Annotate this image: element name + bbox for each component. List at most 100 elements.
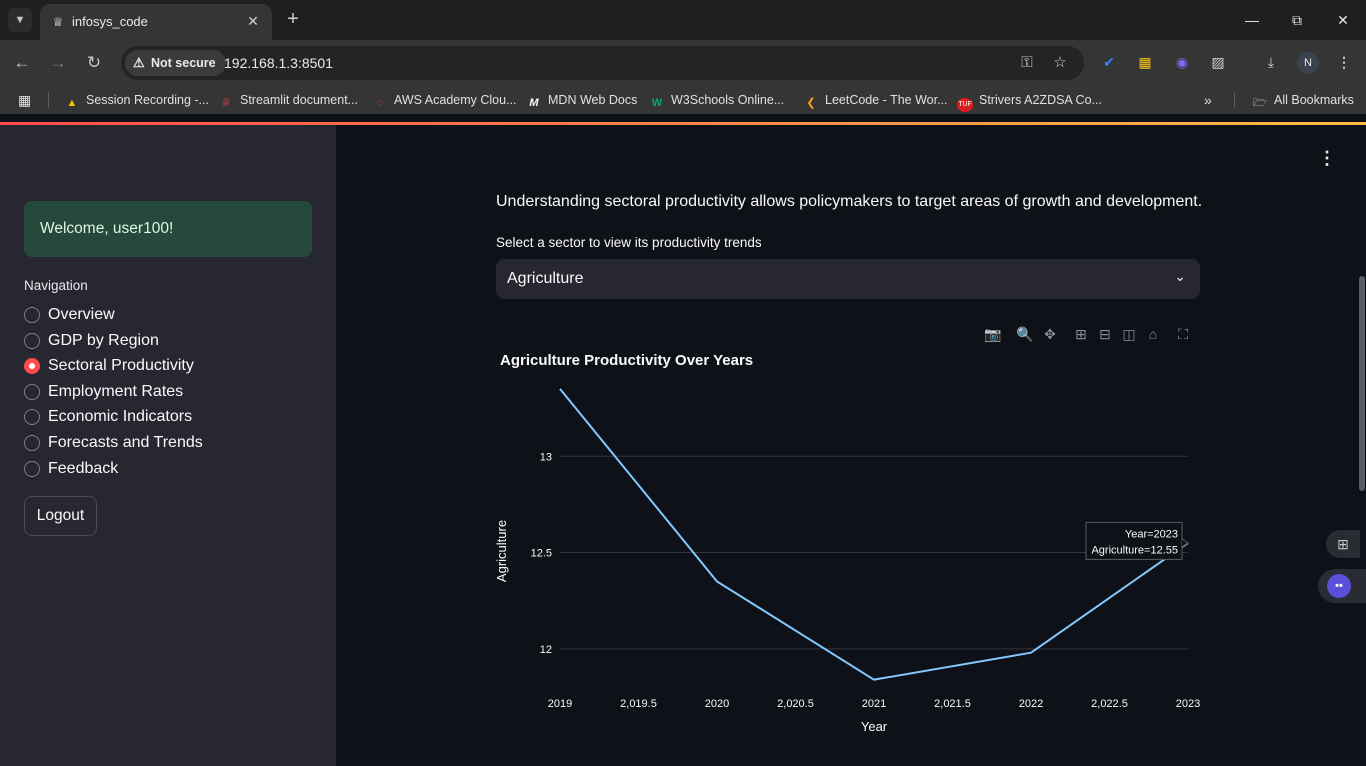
tab-title: infosys_code	[72, 14, 148, 29]
nav-radio-label: Employment Rates	[48, 383, 184, 400]
y-axis-label: Agriculture	[496, 520, 509, 582]
nav-radio-label: GDP by Region	[48, 332, 159, 349]
minimize-icon[interactable]: —	[1240, 8, 1264, 32]
x-tick-label: 2019	[548, 698, 572, 710]
radio-button-icon[interactable]	[24, 409, 40, 425]
extensions-puzzle-icon[interactable]: ▨	[1208, 52, 1228, 72]
welcome-banner: Welcome, user100!	[24, 201, 312, 257]
scrollbar-thumb[interactable]	[1359, 276, 1365, 491]
floating-apps-icon[interactable]: ⊞	[1326, 530, 1360, 558]
x-tick-label: 2022	[1019, 698, 1043, 710]
zoom-icon[interactable]: 🔍	[1016, 325, 1034, 343]
x-tick-label: 2,021.5	[934, 698, 971, 710]
x-axis-label: Year	[861, 719, 888, 734]
data-point[interactable]	[1028, 650, 1034, 656]
x-tick-label: 2023	[1176, 698, 1200, 710]
security-chip[interactable]: ⚠ Not secure	[125, 50, 226, 76]
profile-avatar[interactable]: N	[1297, 52, 1319, 74]
bookmark-mdn[interactable]: M MDN Web Docs	[526, 91, 637, 109]
tuf-icon: TUF	[957, 98, 973, 112]
hover-tooltip: Year=2023 Agriculture=12.55	[1085, 521, 1189, 560]
new-tab-icon[interactable]: +	[282, 8, 304, 30]
nav-radio-label: Economic Indicators	[48, 408, 193, 425]
leetcode-icon: ❮	[806, 97, 816, 109]
data-point[interactable]	[871, 677, 877, 683]
more-bookmarks-chevron-icon[interactable]: »	[1204, 91, 1212, 109]
restore-icon[interactable]: ⧉	[1285, 8, 1309, 32]
tab-search-icon[interactable]: ▼	[8, 8, 32, 32]
hover-year-text: Year=2023	[1125, 528, 1178, 540]
chevron-down-icon: ⌄	[1174, 268, 1186, 284]
forward-icon[interactable]: →	[46, 51, 70, 75]
radio-button-icon[interactable]	[24, 333, 40, 349]
app-menu-icon[interactable]: ⋮	[1318, 147, 1336, 169]
all-bookmarks[interactable]: 🗁 All Bookmarks	[1252, 91, 1354, 109]
zoom-in-icon[interactable]: ⊞	[1072, 325, 1090, 343]
browser-toolbar: ← → ↻ ⚠ Not secure 192.168.1.3:8501 ⚿ ☆ …	[0, 40, 1366, 86]
radio-button-icon[interactable]	[24, 307, 40, 323]
productivity-line-chart[interactable]: Agriculture Productivity Over Years 12 12…	[496, 345, 1216, 745]
address-bar[interactable]: ⚠ Not secure 192.168.1.3:8501 ⚿ ☆	[121, 46, 1084, 80]
streamlit-favicon-icon: ♕	[52, 15, 64, 29]
camera-icon[interactable]: 📷	[984, 325, 1002, 343]
w3schools-icon: W	[651, 97, 663, 109]
data-point[interactable]	[557, 386, 563, 392]
bookmark-w3schools[interactable]: W W3Schools Online...	[649, 91, 784, 109]
bookmark-streamlit[interactable]: ♕ Streamlit document...	[218, 91, 358, 109]
reset-axes-home-icon[interactable]: ⌂	[1144, 325, 1162, 343]
checkmark-extension-icon[interactable]: ✔	[1099, 52, 1119, 72]
download-icon[interactable]: ⤓	[1261, 52, 1281, 72]
bookmark-divider	[48, 92, 49, 108]
apps-grid-icon[interactable]: ▦	[18, 91, 31, 109]
url-text[interactable]: 192.168.1.3:8501	[224, 55, 333, 71]
close-window-icon[interactable]: ✕	[1331, 8, 1355, 32]
navigation-label: Navigation	[24, 278, 88, 293]
y-tick-label: 13	[540, 451, 552, 463]
nav-radio-label: Feedback	[48, 460, 119, 477]
notes-extension-icon[interactable]: ▦	[1135, 52, 1155, 72]
zoom-out-icon[interactable]: ⊟	[1096, 325, 1114, 343]
sector-select[interactable]: Agriculture ⌄	[496, 259, 1200, 299]
x-tick-label: 2,019.5	[620, 698, 657, 710]
back-icon[interactable]: ←	[10, 51, 34, 75]
chart-title: Agriculture Productivity Over Years	[500, 352, 753, 369]
browser-tab[interactable]: ♕ infosys_code ✕	[40, 4, 272, 40]
browser-menu-icon[interactable]: ⋮	[1334, 52, 1354, 72]
y-tick-label: 12	[540, 644, 552, 656]
bookmark-strivers[interactable]: TUF Strivers A2ZDSA Co...	[957, 91, 1102, 112]
fullscreen-icon[interactable]: ⛶	[1174, 325, 1192, 343]
y-tick-label: 12.5	[531, 548, 552, 560]
robot-extension-icon[interactable]: ◉	[1172, 52, 1192, 72]
bookmark-star-icon[interactable]: ☆	[1050, 53, 1070, 73]
security-label: Not secure	[151, 56, 216, 70]
bookmark-leetcode[interactable]: ❮ LeetCode - The Wor...	[803, 91, 947, 109]
mdn-icon: M	[529, 97, 539, 109]
pan-icon[interactable]: ✥	[1041, 325, 1059, 343]
browser-tabbar: ▼ ♕ infosys_code ✕ + — ⧉ ✕	[0, 0, 1366, 40]
aws-icon: ◌	[376, 97, 384, 109]
password-key-icon[interactable]: ⚿	[1017, 53, 1037, 73]
bookmark-session-recording[interactable]: ▲ Session Recording -...	[64, 91, 209, 109]
radio-button-checked-icon[interactable]	[24, 358, 40, 374]
logout-button[interactable]: Logout	[24, 496, 97, 536]
autoscale-icon[interactable]: ◫	[1120, 325, 1138, 343]
sector-select-value: Agriculture	[507, 270, 584, 287]
hover-value-text: Agriculture=12.55	[1091, 544, 1178, 556]
nav-radio-label: Sectoral Productivity	[48, 357, 194, 374]
x-tick-label: 2,022.5	[1091, 698, 1128, 710]
main-content: ⋮ Understanding sectoral productivity al…	[336, 125, 1366, 766]
streamlit-icon: ♕	[221, 97, 231, 109]
close-tab-icon[interactable]: ✕	[242, 10, 264, 32]
bookmarks-bar: ▦ ▲ Session Recording -... ♕ Streamlit doc…	[0, 86, 1366, 114]
bookmark-aws-academy[interactable]: ◌ AWS Academy Clou...	[372, 91, 517, 109]
nav-radio-label: Forecasts and Trends	[48, 434, 203, 451]
bookmark-divider	[1234, 92, 1235, 108]
data-point[interactable]	[714, 578, 720, 584]
floating-assistant-button[interactable]: ••	[1318, 569, 1366, 603]
x-tick-label: 2020	[705, 698, 729, 710]
reload-icon[interactable]: ↻	[82, 51, 106, 75]
sidebar: Welcome, user100! Navigation Overview GD…	[0, 125, 336, 766]
radio-button-icon[interactable]	[24, 461, 40, 477]
radio-button-icon[interactable]	[24, 435, 40, 451]
radio-button-icon[interactable]	[24, 384, 40, 400]
